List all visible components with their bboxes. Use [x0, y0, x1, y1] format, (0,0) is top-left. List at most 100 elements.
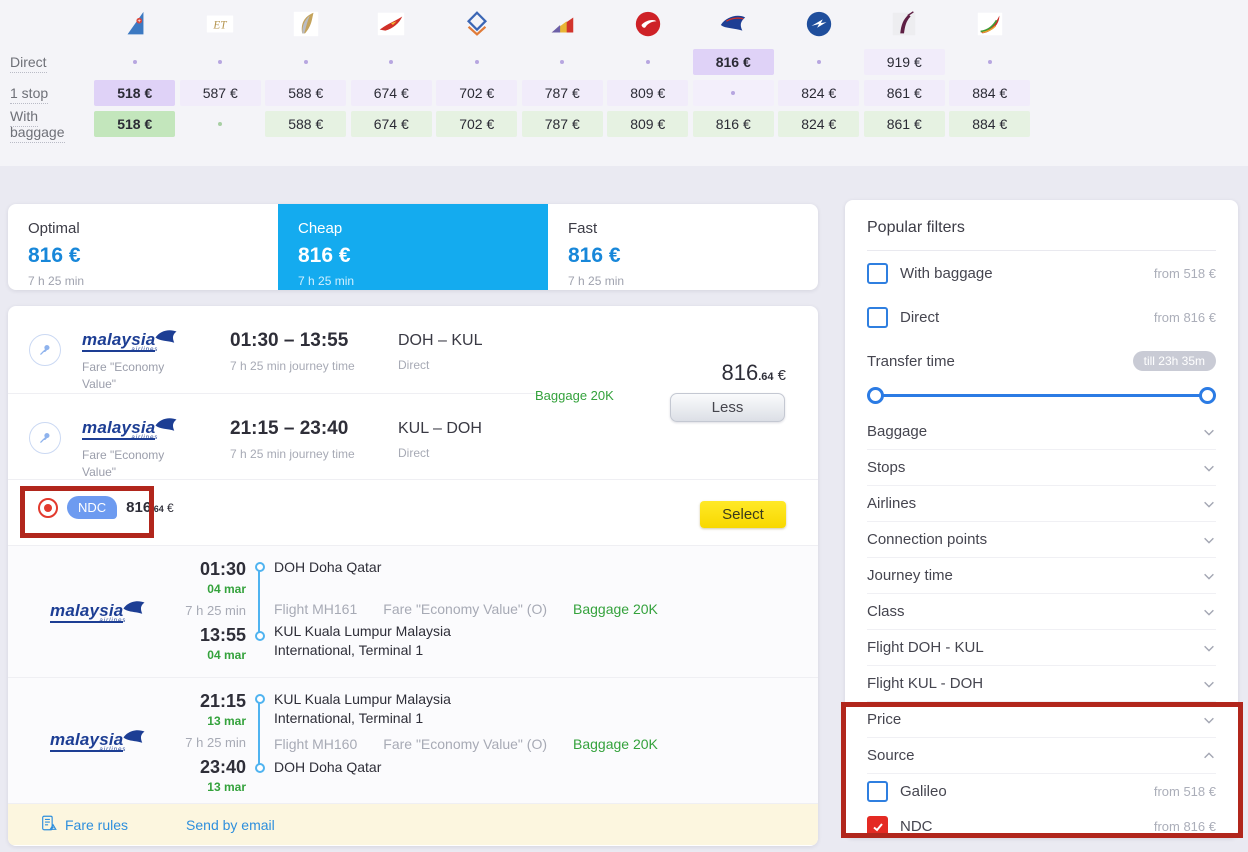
- slider-handle-left[interactable]: [867, 387, 884, 404]
- price-cell[interactable]: 587 €: [180, 80, 261, 106]
- price-cell[interactable]: 919 €: [864, 49, 945, 75]
- departure-time: 21:15: [168, 691, 246, 712]
- filter-section-stops[interactable]: Stops: [867, 450, 1216, 486]
- price-cell[interactable]: 787 €: [522, 111, 603, 137]
- airline-wordmark-sub: airlines: [131, 347, 158, 353]
- red-bird-logo[interactable]: [376, 9, 406, 39]
- filter-from-price: from 816 €: [1154, 310, 1216, 325]
- price-cell[interactable]: 588 €: [265, 111, 346, 137]
- price-cell[interactable]: 674 €: [351, 80, 432, 106]
- price-cell[interactable]: 518 €: [94, 111, 175, 137]
- fare-rules-link[interactable]: Fare rules: [40, 814, 128, 835]
- filter-section-price[interactable]: Price: [867, 702, 1216, 738]
- times-column: 01:30 – 13:55 7 h 25 min journey time: [230, 330, 398, 393]
- segment-meta: Flight MH160 Fare "Economy Value" (O) Ba…: [274, 736, 658, 752]
- matrix-row-direct: Direct816 €919 €: [0, 46, 1033, 77]
- filter-sections: BaggageStopsAirlinesConnection pointsJou…: [867, 414, 1216, 738]
- price-cell[interactable]: 809 €: [607, 80, 688, 106]
- blue-circle-bird-logo[interactable]: [804, 9, 834, 39]
- matrix-logo-cell: [776, 2, 862, 46]
- srilankan-bird-logo[interactable]: [975, 9, 1005, 39]
- empty-price-dot: [522, 49, 603, 75]
- fare-name: Fare "Economy Value": [82, 359, 182, 394]
- matrix-logo-cell: [862, 2, 948, 46]
- et-gold-logo[interactable]: ET: [205, 9, 235, 39]
- flight-leg-return: malaysia airlines Fare "Economy Value" 2…: [8, 393, 538, 480]
- price-cell[interactable]: 824 €: [778, 80, 859, 106]
- matrix-logo-cell: [520, 2, 606, 46]
- empty-price-dot: [436, 49, 517, 75]
- price-cell[interactable]: 816 €: [693, 111, 774, 137]
- matrix-logo-cell: [349, 2, 435, 46]
- filter-with-baggage[interactable]: With baggage from 518 €: [867, 251, 1216, 295]
- checkbox-unchecked-icon[interactable]: [867, 307, 888, 328]
- radio-dot: [44, 504, 52, 512]
- price-cell[interactable]: 518 €: [94, 80, 175, 106]
- filter-source-ndc[interactable]: NDC from 816 €: [867, 809, 1216, 844]
- filter-section-source[interactable]: Source: [867, 738, 1216, 774]
- filters-header: Popular filters: [867, 200, 1216, 251]
- tab-cheap[interactable]: Cheap 816 € 7 h 25 min: [278, 204, 548, 290]
- filter-section-flight-doh-kul[interactable]: Flight DOH - KUL: [867, 630, 1216, 666]
- send-by-email-link[interactable]: Send by email: [186, 817, 275, 833]
- price-cell[interactable]: 816 €: [693, 49, 774, 75]
- price-cell[interactable]: 861 €: [864, 80, 945, 106]
- matrix-logo-row: ET: [0, 2, 1033, 46]
- qatar-oryx-logo[interactable]: [889, 9, 919, 39]
- price-cell[interactable]: 588 €: [265, 80, 346, 106]
- filter-section-baggage[interactable]: Baggage: [867, 414, 1216, 450]
- tab-duration: 7 h 25 min: [298, 274, 528, 288]
- chevron-down-icon: [1202, 461, 1216, 475]
- china-southern-logo[interactable]: [120, 9, 150, 39]
- filter-section-class[interactable]: Class: [867, 594, 1216, 630]
- filter-section-journey-time[interactable]: Journey time: [867, 558, 1216, 594]
- segment-duration: 7 h 25 min: [168, 603, 246, 618]
- route-column: DOH – KUL Direct: [398, 330, 538, 393]
- airline-wordmark-sub: airlines: [99, 747, 126, 753]
- price-cell[interactable]: 674 €: [351, 111, 432, 137]
- price-cell[interactable]: 884 €: [949, 80, 1030, 106]
- checkbox-unchecked-icon[interactable]: [867, 263, 888, 284]
- chevron-down-icon: [1202, 713, 1216, 727]
- filter-section-airlines[interactable]: Airlines: [867, 486, 1216, 522]
- filter-section-connection-points[interactable]: Connection points: [867, 522, 1216, 558]
- timeline-dot: [255, 631, 265, 641]
- malaysia-kite-logo[interactable]: [718, 9, 748, 39]
- blue-lattice-bird-logo[interactable]: [462, 9, 492, 39]
- filter-direct[interactable]: Direct from 816 €: [867, 295, 1216, 339]
- transfer-time-slider[interactable]: [869, 387, 1214, 404]
- turkish-airlines-logo[interactable]: [633, 9, 663, 39]
- filter-section-flight-kul-doh[interactable]: Flight KUL - DOH: [867, 666, 1216, 702]
- departure-time: 01:30: [168, 559, 246, 580]
- tab-fast[interactable]: Fast 816 € 7 h 25 min: [548, 204, 818, 290]
- price-fraction: .64: [758, 371, 773, 383]
- checkbox-unchecked-icon[interactable]: [867, 781, 888, 802]
- tricolor-sail-logo[interactable]: [547, 9, 577, 39]
- checkbox-checked-icon[interactable]: [867, 816, 888, 837]
- tab-optimal[interactable]: Optimal 816 € 7 h 25 min: [8, 204, 278, 290]
- price-cell[interactable]: 702 €: [436, 111, 517, 137]
- segment-times: 01:30 04 mar 7 h 25 min 13:55 04 mar: [168, 546, 246, 677]
- price-cell[interactable]: 809 €: [607, 111, 688, 137]
- pin-icon[interactable]: [29, 422, 61, 454]
- matrix-logo-cell: [434, 2, 520, 46]
- offer-radio-selected[interactable]: [38, 498, 58, 518]
- price-cell[interactable]: 702 €: [436, 80, 517, 106]
- segment-duration: 7 h 25 min: [168, 735, 246, 750]
- total-price: 816.64 €: [721, 360, 786, 386]
- less-button[interactable]: Less: [670, 393, 785, 422]
- filter-source-galileo[interactable]: Galileo from 518 €: [867, 774, 1216, 809]
- slider-handle-right[interactable]: [1199, 387, 1216, 404]
- price-cell[interactable]: 884 €: [949, 111, 1030, 137]
- pin-icon[interactable]: [29, 334, 61, 366]
- price-cell[interactable]: 824 €: [778, 111, 859, 137]
- tab-label: Optimal: [28, 220, 258, 237]
- select-button[interactable]: Select: [700, 501, 786, 528]
- leg-stops: Direct: [398, 358, 538, 372]
- price-matrix: ET Direct816 €919 € 1 stop518 €587 €588 …: [0, 2, 1033, 139]
- ndc-offer-row: NDC 816.64 €: [38, 496, 174, 519]
- leg-times: 01:30 – 13:55: [230, 330, 398, 352]
- price-cell[interactable]: 787 €: [522, 80, 603, 106]
- gold-wing-logo[interactable]: [291, 9, 321, 39]
- price-cell[interactable]: 861 €: [864, 111, 945, 137]
